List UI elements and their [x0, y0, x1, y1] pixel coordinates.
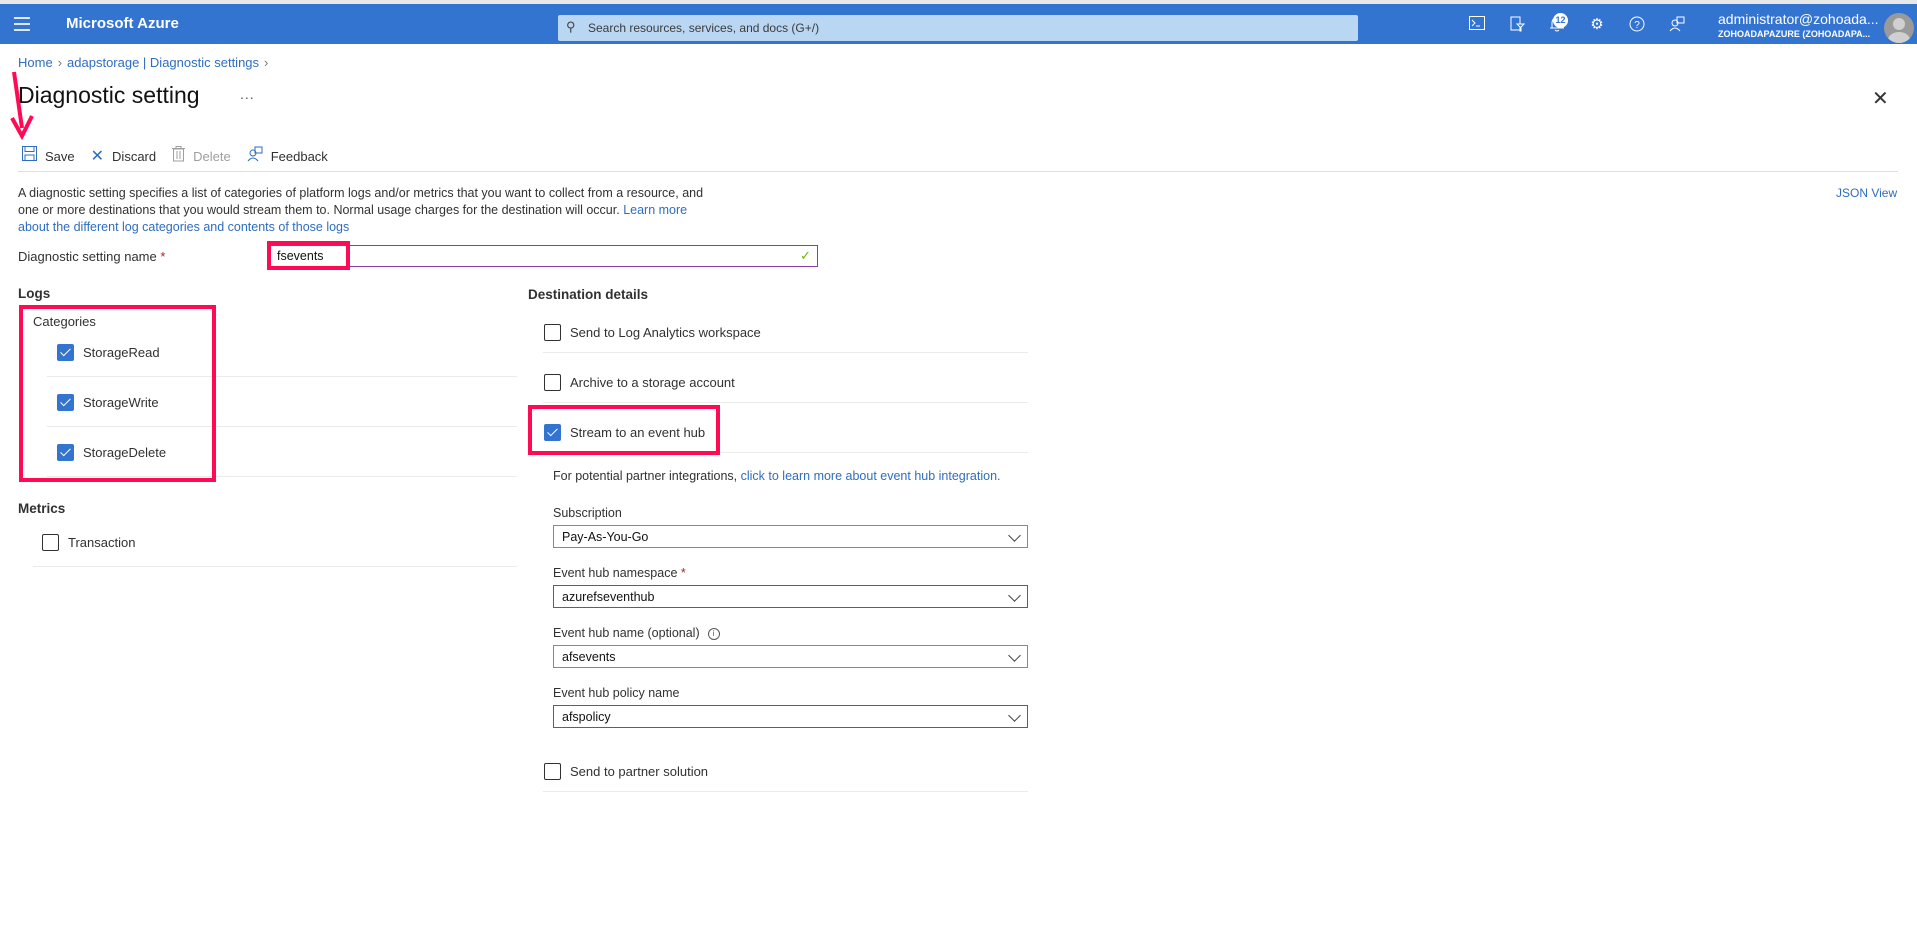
storage-read-checkbox[interactable]	[57, 344, 74, 361]
destination-label: Stream to an event hub	[570, 425, 706, 440]
svg-text:?: ?	[1634, 20, 1640, 31]
chevron-right-icon: ›	[264, 55, 269, 70]
log-analytics-checkbox[interactable]	[544, 324, 561, 341]
discard-label: Discard	[112, 148, 157, 164]
feedback-label: Feedback	[270, 148, 328, 164]
destination-row: Send to partner solution	[543, 742, 1028, 792]
save-button[interactable]: Save	[22, 146, 75, 166]
user-name: administrator@zohoada...	[1718, 11, 1879, 27]
log-category-label: StorageRead	[83, 345, 160, 360]
log-category-row: StorageDelete	[47, 427, 517, 477]
toolbar-divider	[18, 171, 1898, 172]
cloud-shell-icon[interactable]	[1468, 16, 1486, 34]
chevron-down-icon	[1008, 529, 1021, 542]
subscription-label: Subscription	[553, 506, 622, 520]
storage-delete-checkbox[interactable]	[57, 444, 74, 461]
feedback-icon	[247, 146, 263, 167]
chevron-down-icon	[1008, 709, 1021, 722]
global-search-input[interactable]: ⚲ Search resources, services, and docs (…	[558, 15, 1358, 41]
destination-label: Archive to a storage account	[570, 375, 735, 390]
partner-integration-text: For potential partner integrations, clic…	[553, 469, 1001, 483]
search-icon: ⚲	[566, 19, 576, 34]
log-category-row: StorageRead	[47, 327, 517, 377]
namespace-value: azurefseventhub	[562, 590, 655, 604]
log-category-label: StorageWrite	[83, 395, 159, 410]
event-hub-policy-dropdown[interactable]: afspolicy	[553, 705, 1028, 728]
json-view-link[interactable]: JSON View	[1836, 186, 1897, 200]
name-input-value: fsevents	[277, 249, 324, 263]
help-icon[interactable]: ?	[1628, 16, 1646, 34]
storage-account-checkbox[interactable]	[544, 374, 561, 391]
feedback-button[interactable]: Feedback	[247, 146, 328, 167]
save-label: Save	[45, 148, 75, 164]
trash-icon	[172, 145, 186, 167]
diagnostic-setting-name-label: Diagnostic setting name *	[18, 249, 166, 264]
event-hub-integration-link[interactable]: click to learn more about event hub inte…	[741, 469, 1001, 483]
delete-button[interactable]: Delete	[172, 145, 231, 167]
chevron-down-icon	[1008, 649, 1021, 662]
delete-label: Delete	[193, 148, 231, 164]
breadcrumb: Home › adapstorage | Diagnostic settings ›	[18, 55, 273, 70]
avatar[interactable]	[1884, 13, 1914, 43]
description: A diagnostic setting specifies a list of…	[18, 185, 718, 236]
event-hub-checkbox[interactable]	[544, 424, 561, 441]
notifications-badge: 12	[1553, 13, 1568, 28]
feedback-icon[interactable]	[1668, 16, 1686, 34]
logs-heading: Logs	[18, 286, 51, 301]
storage-write-checkbox[interactable]	[57, 394, 74, 411]
metric-label: Transaction	[68, 535, 136, 550]
destination-row: Archive to a storage account	[543, 353, 1028, 403]
subscription-value: Pay-As-You-Go	[562, 530, 649, 544]
subscription-dropdown[interactable]: Pay-As-You-Go	[553, 525, 1028, 548]
destination-row: Send to Log Analytics workspace	[543, 303, 1028, 353]
diagnostic-setting-name-input[interactable]: fsevents ✓	[268, 245, 818, 267]
user-tenant: ZOHOADAPAZURE (ZOHOADAPA...	[1718, 29, 1871, 39]
info-icon[interactable]: i	[707, 627, 720, 640]
chevron-down-icon	[1008, 589, 1021, 602]
event-hub-name-label: Event hub name (optional) i	[553, 626, 720, 640]
description-text: A diagnostic setting specifies a list of…	[18, 186, 704, 217]
destination-row: Stream to an event hub	[543, 403, 1028, 453]
event-hub-name-value: afsevents	[562, 650, 616, 664]
command-toolbar: Save ✕ Discard Delete Feedback	[22, 145, 344, 167]
discard-icon: ✕	[90, 148, 105, 165]
search-placeholder: Search resources, services, and docs (G+…	[588, 21, 820, 35]
metrics-heading: Metrics	[18, 501, 66, 516]
metric-row: Transaction	[33, 517, 517, 567]
log-category-row: StorageWrite	[47, 377, 517, 427]
event-hub-name-dropdown[interactable]: afsevents	[553, 645, 1028, 668]
page-title: Diagnostic setting	[18, 82, 200, 108]
destination-label: Send to Log Analytics workspace	[570, 325, 761, 340]
breadcrumb-diagnostic-settings[interactable]: adapstorage | Diagnostic settings	[67, 55, 259, 70]
log-category-label: StorageDelete	[83, 445, 167, 460]
namespace-label: Event hub namespace *	[553, 566, 686, 580]
account-menu[interactable]: administrator@zohoada... ZOHOADAPAZURE (…	[1718, 11, 1879, 39]
valid-checkmark-icon: ✓	[800, 248, 811, 263]
settings-icon[interactable]: ⚙	[1588, 16, 1606, 34]
partner-solution-checkbox[interactable]	[544, 763, 561, 780]
directory-filter-icon[interactable]	[1508, 16, 1526, 34]
close-icon[interactable]: ✕	[1872, 86, 1889, 111]
destination-heading: Destination details	[528, 287, 649, 302]
chevron-right-icon: ›	[57, 55, 63, 70]
more-options-button[interactable]: ...	[240, 86, 255, 102]
breadcrumb-home[interactable]: Home	[18, 55, 53, 70]
top-navigation-bar: Microsoft Azure ⚲ Search resources, serv…	[0, 4, 1917, 44]
discard-button[interactable]: ✕ Discard	[91, 146, 156, 166]
transaction-checkbox[interactable]	[42, 534, 59, 551]
save-icon	[22, 146, 37, 166]
brand-title[interactable]: Microsoft Azure	[66, 15, 179, 32]
policy-label: Event hub policy name	[553, 686, 680, 700]
policy-value: afspolicy	[562, 710, 611, 724]
event-hub-namespace-dropdown[interactable]: azurefseventhub	[553, 585, 1028, 608]
destination-label: Send to partner solution	[570, 764, 709, 779]
menu-hamburger-icon[interactable]	[14, 17, 30, 31]
